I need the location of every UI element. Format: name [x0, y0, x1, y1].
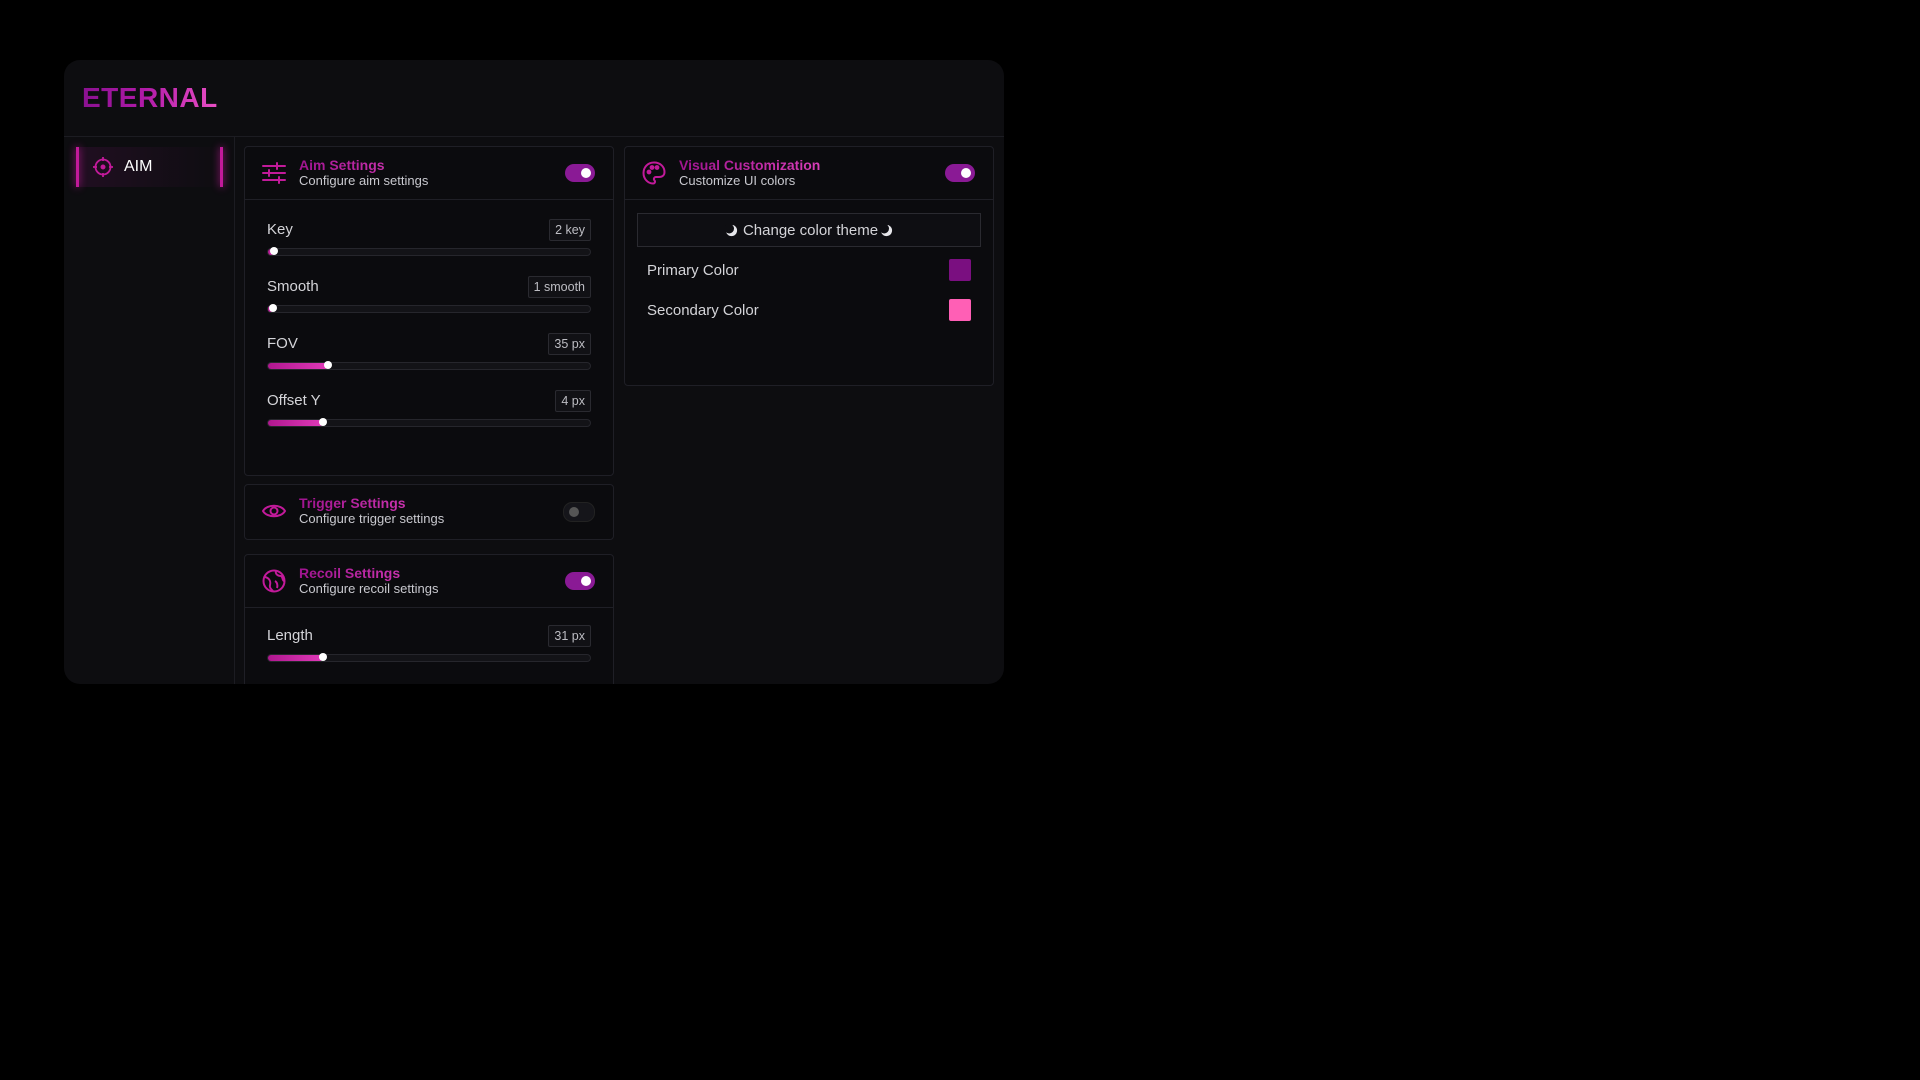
slider-value: 31 px [548, 625, 591, 647]
slider-thumb[interactable] [318, 418, 327, 426]
visual-customization-header: Visual Customization Customize UI colors [625, 147, 993, 200]
toggle-knob [961, 168, 971, 178]
slider-label: Offset Y [267, 392, 321, 409]
color-label: Primary Color [647, 261, 739, 279]
card-title: Recoil Settings [299, 565, 438, 581]
slider-key: Key 2 key [267, 219, 591, 263]
slider-thumb[interactable] [268, 304, 277, 312]
toggle-knob [569, 507, 579, 517]
secondary-color-row: Secondary Color [647, 297, 971, 323]
card-subtitle: Configure aim settings [299, 173, 429, 188]
slider-label: Length [267, 627, 313, 644]
app-logo: ETERNAL [82, 82, 218, 113]
toggle-knob [581, 576, 591, 586]
slider-fill [268, 363, 328, 369]
primary-color-swatch[interactable] [949, 259, 971, 281]
color-label: Secondary Color [647, 301, 759, 319]
trigger-settings-toggle[interactable] [563, 502, 595, 522]
primary-color-row: Primary Color [647, 257, 971, 283]
theme-button-label: Change color theme [742, 221, 879, 239]
slider-value: 4 px [555, 390, 591, 412]
trigger-settings-header: Trigger Settings Configure trigger setti… [245, 485, 613, 537]
sidebar-item-label: AIM [124, 158, 153, 175]
slider-label: FOV [267, 335, 298, 352]
recoil-settings-header: Recoil Settings Configure recoil setting… [245, 555, 613, 608]
card-subtitle: Customize UI colors [679, 173, 796, 188]
card-title: Aim Settings [299, 157, 428, 173]
slider-track[interactable] [267, 653, 591, 662]
card-title: Visual Customization [679, 157, 821, 173]
crosshair-icon [92, 156, 114, 178]
slider-track[interactable] [267, 247, 591, 256]
aim-settings-card: Aim Settings Configure aim settings Key … [244, 146, 614, 476]
slider-label: Smooth [267, 278, 319, 295]
eye-icon [261, 498, 287, 524]
slider-track[interactable] [267, 418, 591, 427]
visual-customization-card: Visual Customization Customize UI colors… [624, 146, 994, 386]
slider-track[interactable] [267, 304, 591, 313]
slider-fill [268, 420, 323, 426]
slider-thumb[interactable] [270, 247, 279, 255]
aim-settings-header: Aim Settings Configure aim settings [245, 147, 613, 200]
sidebar-item-aim[interactable]: AIM [76, 147, 223, 187]
secondary-color-swatch[interactable] [949, 299, 971, 321]
slider-value: 35 px [548, 333, 591, 355]
aim-settings-toggle[interactable] [565, 164, 595, 182]
slider-fov: FOV 35 px [267, 333, 591, 377]
change-color-theme-button[interactable]: Change color theme [637, 213, 981, 247]
card-subtitle: Configure recoil settings [299, 581, 439, 596]
recoil-settings-card: Recoil Settings Configure recoil setting… [244, 554, 614, 684]
slider-label: Key [267, 221, 293, 238]
header: ETERNAL [64, 60, 1004, 137]
slider-track[interactable] [267, 361, 591, 370]
card-title: Trigger Settings [299, 495, 444, 511]
slider-value: 1 smooth [527, 276, 591, 298]
slider-smooth: Smooth 1 smooth [267, 276, 591, 320]
slider-thumb[interactable] [318, 653, 327, 661]
slider-offset-y: Offset Y 4 px [267, 390, 591, 434]
slider-value: 2 key [549, 219, 591, 241]
visual-customization-toggle[interactable] [945, 164, 975, 182]
palette-icon [641, 160, 667, 186]
card-subtitle: Configure trigger settings [299, 511, 445, 526]
slider-thumb[interactable] [323, 361, 332, 369]
trigger-settings-card: Trigger Settings Configure trigger setti… [244, 484, 614, 540]
moon-icon [879, 223, 893, 237]
moon-icon [724, 223, 738, 237]
sidebar: AIM [64, 137, 235, 684]
toggle-knob [581, 168, 591, 178]
recoil-settings-toggle[interactable] [565, 572, 595, 590]
slider-length: Length 31 px [267, 625, 591, 669]
globe-icon [261, 568, 287, 594]
slider-fill [268, 655, 323, 661]
app-window: ETERNAL AIM Aim Settings Configure aim s… [64, 60, 1004, 684]
sliders-icon [261, 160, 287, 186]
